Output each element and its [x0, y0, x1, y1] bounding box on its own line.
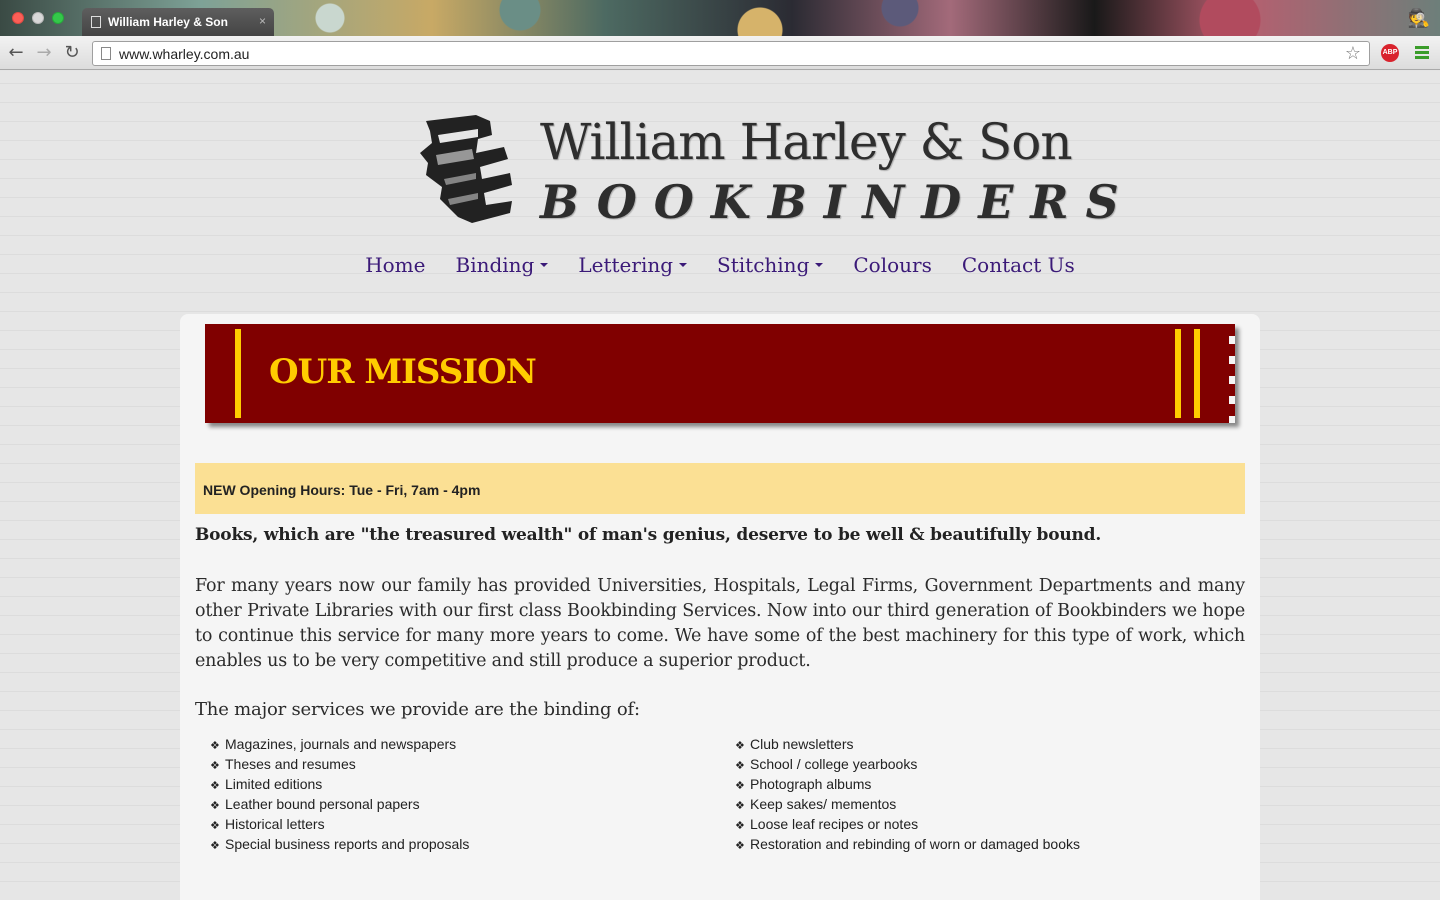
bullet-icon: ❖	[210, 819, 220, 832]
bullet-icon: ❖	[735, 779, 745, 792]
banner-edge	[1229, 324, 1235, 423]
page-title: OUR MISSION	[269, 352, 537, 392]
bullet-icon: ❖	[210, 839, 220, 852]
forward-icon[interactable]: →	[34, 42, 54, 64]
logo-name: William Harley & Son	[540, 113, 1073, 171]
browser-toolbar: ← → ↻ www.wharley.com.au ☆ ABP	[0, 36, 1440, 70]
opening-hours-notice: NEW Opening Hours: Tue - Fri, 7am - 4pm	[195, 463, 1245, 514]
content-panel: OUR MISSION NEW Opening Hours: Tue - Fri…	[180, 314, 1260, 900]
page-icon	[91, 16, 101, 28]
page-icon	[101, 47, 111, 60]
address-bar[interactable]: www.wharley.com.au ☆	[92, 41, 1370, 66]
lead-text: Books, which are "the treasured wealth" …	[195, 525, 1102, 545]
reload-icon[interactable]: ↻	[62, 42, 82, 64]
dropdown-caret-icon	[815, 263, 824, 267]
bullet-icon: ❖	[735, 799, 745, 812]
bullet-icon: ❖	[735, 759, 745, 772]
books-stack-icon	[420, 115, 512, 223]
list-item: ❖ Photograph albums	[735, 774, 1080, 794]
browser-tab[interactable]: William Harley & Son ×	[82, 8, 274, 36]
browser-titlebar: William Harley & Son × 🕵	[0, 0, 1440, 36]
site-logo[interactable]: William Harley & Son BOOKBINDERS	[418, 111, 1119, 229]
bullet-icon: ❖	[210, 739, 220, 752]
dropdown-caret-icon	[540, 263, 549, 267]
bullet-icon: ❖	[210, 759, 220, 772]
banner-stripe	[1194, 329, 1200, 418]
bullet-icon: ❖	[735, 739, 745, 752]
minimize-window-button[interactable]	[32, 12, 44, 24]
mission-banner: OUR MISSION	[205, 324, 1235, 423]
list-item: ❖ Theses and resumes	[210, 754, 469, 774]
page-content: William Harley & Son BOOKBINDERS Home Bi…	[0, 71, 1440, 900]
logo-subtitle: BOOKBINDERS	[540, 175, 1136, 229]
url-text[interactable]: www.wharley.com.au	[119, 46, 249, 62]
services-list-right: ❖ Club newsletters ❖ School / college year…	[735, 734, 1080, 854]
list-item: ❖ Magazines, journals and newspapers	[210, 734, 469, 754]
nav-home[interactable]: Home	[350, 253, 440, 277]
list-item: ❖ Leather bound personal papers	[210, 794, 469, 814]
nav-binding[interactable]: Binding	[441, 253, 564, 277]
list-item: ❖ Limited editions	[210, 774, 469, 794]
bullet-icon: ❖	[210, 799, 220, 812]
services-list-left: ❖ Magazines, journals and newspapers ❖ The…	[210, 734, 469, 854]
list-item: ❖ Loose leaf recipes or notes	[735, 814, 1080, 834]
bullet-icon: ❖	[210, 779, 220, 792]
list-item: ❖ Keep sakes/ mementos	[735, 794, 1080, 814]
bullet-icon: ❖	[735, 819, 745, 832]
maximize-window-button[interactable]	[52, 12, 64, 24]
list-item: ❖ Special business reports and proposals	[210, 834, 469, 854]
tab-title: William Harley & Son	[108, 15, 228, 29]
nav-colours[interactable]: Colours	[838, 253, 947, 277]
nav-contact-us[interactable]: Contact Us	[947, 253, 1090, 277]
list-item: ❖ Historical letters	[210, 814, 469, 834]
tab-close-icon[interactable]: ×	[259, 14, 266, 28]
main-nav: Home Binding Lettering Stitching Colours…	[0, 253, 1440, 277]
services-intro: The major services we provide are the bi…	[195, 699, 640, 720]
list-item: ❖ Restoration and rebinding of worn or da…	[735, 834, 1080, 854]
list-item: ❖ School / college yearbooks	[735, 754, 1080, 774]
list-item: ❖ Club newsletters	[735, 734, 1080, 754]
opening-hours-text: NEW Opening Hours: Tue - Fri, 7am - 4pm	[203, 481, 481, 498]
adblock-icon[interactable]: ABP	[1381, 44, 1399, 62]
banner-stripe	[235, 329, 241, 418]
intro-paragraph: For many years now our family has provid…	[195, 576, 1245, 671]
bookmark-star-icon[interactable]: ☆	[1345, 43, 1361, 64]
nav-lettering[interactable]: Lettering	[563, 253, 702, 277]
nav-stitching[interactable]: Stitching	[702, 253, 838, 277]
close-window-button[interactable]	[12, 12, 24, 24]
back-icon[interactable]: ←	[6, 42, 26, 64]
menu-icon[interactable]	[1415, 46, 1429, 60]
banner-stripe	[1175, 329, 1181, 418]
incognito-icon: 🕵	[1407, 8, 1431, 29]
dropdown-caret-icon	[679, 263, 688, 267]
bullet-icon: ❖	[735, 839, 745, 852]
